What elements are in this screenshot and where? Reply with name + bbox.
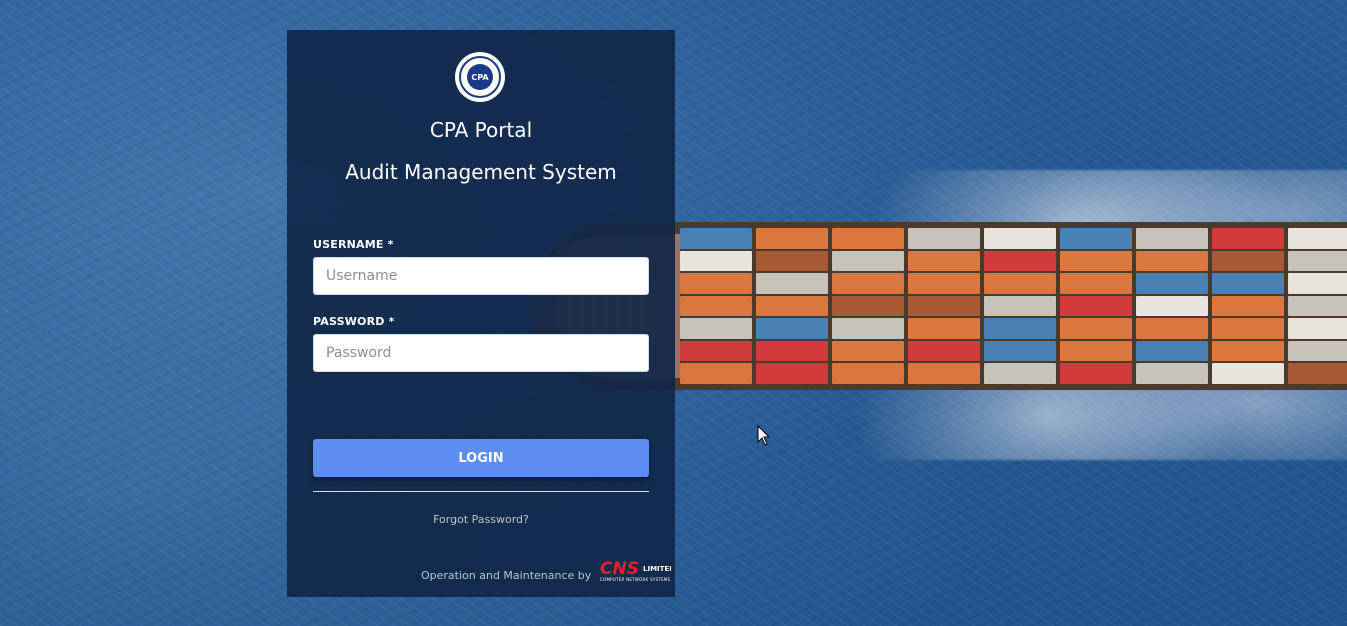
vendor-suffix: LIMITED (643, 565, 671, 573)
footer-text: Operation and Maintenance by (421, 569, 592, 582)
system-subtitle: Audit Management System (345, 160, 617, 184)
password-input[interactable] (313, 334, 649, 372)
forgot-password-link[interactable]: Forgot Password? (287, 513, 675, 526)
mouse-cursor-icon (757, 425, 771, 446)
cns-vendor-logo: CNS LIMITED COMPUTER NETWORK SYSTEMS (600, 559, 671, 582)
username-label: USERNAME * (313, 238, 394, 251)
login-panel: CPA CPA Portal Audit Management System U… (287, 30, 675, 597)
vendor-name: CNS (600, 559, 639, 579)
username-input[interactable] (313, 257, 649, 295)
cpa-logo: CPA (455, 52, 505, 102)
divider (313, 491, 649, 492)
vendor-tagline: COMPUTER NETWORK SYSTEMS (600, 577, 670, 582)
portal-title: CPA Portal (429, 118, 533, 142)
ship-containers (680, 228, 1347, 385)
login-button[interactable]: LOGIN (313, 439, 649, 477)
logo-emblem: CPA (467, 64, 493, 90)
password-label: PASSWORD * (313, 315, 395, 328)
